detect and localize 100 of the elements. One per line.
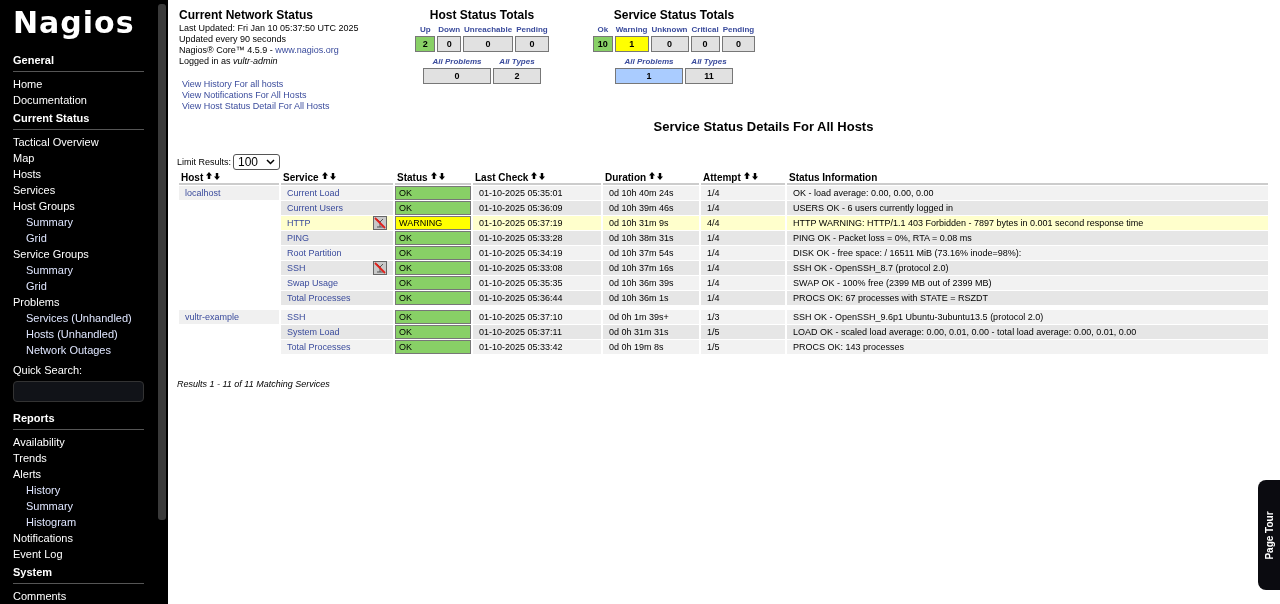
attempt-cell: 1/5	[701, 340, 785, 354]
nav-sublink[interactable]: History	[13, 482, 157, 498]
status-info-cell: PING OK - Packet loss = 0%, RTA = 0.08 ms	[787, 231, 1268, 245]
status-info-cell: SSH OK - OpenSSH_9.6p1 Ubuntu-3ubuntu13.5 (protocol 2.0)	[787, 310, 1268, 324]
status-cell: WARNING	[395, 216, 471, 230]
status-cell: OK	[395, 291, 471, 305]
chevron-icon	[266, 159, 276, 165]
nav-link[interactable]: Map	[13, 150, 157, 167]
nav-link[interactable]: Home	[13, 76, 157, 93]
status-cell: OK	[395, 261, 471, 275]
sort-arrows-icon[interactable]	[321, 172, 336, 180]
service-link[interactable]: PING	[287, 233, 309, 243]
status-link[interactable]: Pending	[721, 24, 756, 36]
duration-cell: 0d 10h 36m 39s	[603, 276, 699, 290]
nav-link[interactable]: Services	[13, 182, 157, 199]
nav-sublink[interactable]: Histogram	[13, 514, 157, 530]
last-updated-text: Last Updated: Fri Jan 10 05:37:50 UTC 2025	[179, 23, 360, 34]
duration-cell: 0d 0h 1m 39s+	[603, 310, 699, 324]
column-header: Status	[397, 172, 428, 183]
nav-sublink[interactable]: Summary	[13, 262, 157, 279]
sort-arrows-icon[interactable]	[743, 172, 758, 180]
service-link[interactable]: Root Partition	[287, 248, 342, 258]
summary-link[interactable]: All Problems	[423, 56, 491, 68]
scrollbar[interactable]	[158, 4, 166, 520]
nav-link[interactable]: Availability	[13, 434, 157, 450]
nav-sublink[interactable]: Grid	[13, 278, 157, 295]
host-link[interactable]: localhost	[179, 186, 279, 200]
duration-cell: 0d 10h 37m 54s	[603, 246, 699, 260]
status-link[interactable]: Down	[437, 24, 462, 36]
nav-sublink[interactable]: Grid	[13, 230, 157, 247]
nav-link[interactable]: Tactical Overview	[13, 134, 157, 151]
status-link[interactable]: Unknown	[650, 24, 689, 36]
nav-sublink[interactable]: Hosts (Unhandled)	[13, 326, 157, 343]
nav-link[interactable]: Comments	[13, 588, 157, 604]
service-link[interactable]: SSH	[287, 312, 306, 322]
page-tour-tab[interactable]: Page Tour	[1258, 480, 1280, 590]
nav-sublink[interactable]: Network Outages	[13, 342, 157, 359]
duration-cell: 0d 10h 40m 24s	[603, 186, 699, 200]
summary-count: 1	[615, 68, 683, 84]
totals-title: Service Status Totals	[613, 8, 735, 22]
attempt-cell: 1/5	[701, 325, 785, 339]
summary-link[interactable]: All Problems	[615, 56, 683, 68]
service-link[interactable]: Current Load	[287, 188, 340, 198]
nav-sublink[interactable]: Services (Unhandled)	[13, 310, 157, 327]
nav-link[interactable]: Event Log	[13, 546, 157, 562]
column-header: Host	[181, 172, 204, 183]
nav-sublink[interactable]: Summary	[13, 214, 157, 231]
update-interval-text: Updated every 90 seconds	[179, 34, 288, 45]
sort-arrows-icon[interactable]	[649, 172, 664, 180]
results-text: Results 1 - 11 of 11 Matching Services	[177, 379, 331, 389]
section-heading: General	[13, 54, 144, 73]
nav-link[interactable]: Problems	[13, 294, 157, 311]
last-check-cell: 01-10-2025 05:37:10	[473, 310, 601, 324]
column-header: Duration	[605, 172, 647, 183]
attempt-cell: 1/4	[701, 261, 785, 275]
nav-sublink[interactable]: Summary	[13, 498, 157, 514]
view-link[interactable]: View Notifications For All Hosts	[182, 90, 407, 101]
sort-arrows-icon[interactable]	[430, 172, 445, 180]
status-cell: OK	[395, 340, 471, 354]
nav-link[interactable]: Trends	[13, 450, 157, 466]
status-link[interactable]: Ok	[592, 24, 613, 36]
status-link[interactable]: Unreachable	[463, 24, 514, 36]
service-link[interactable]: Total Processes	[287, 342, 351, 352]
nagios-link[interactable]: www.nagios.org	[275, 45, 339, 55]
attempt-cell: 1/4	[701, 291, 785, 305]
summary-link[interactable]: All Types	[493, 56, 541, 68]
last-check-cell: 01-10-2025 05:36:09	[473, 201, 601, 215]
attempt-cell: 1/4	[701, 246, 785, 260]
summary-link[interactable]: All Types	[685, 56, 733, 68]
nagios-logo[interactable]: Nagios	[13, 5, 157, 45]
nav-link[interactable]: Alerts	[13, 466, 157, 482]
sort-arrows-icon[interactable]	[206, 172, 221, 180]
status-info-cell: PROCS OK: 67 processes with STATE = RSZDT	[787, 291, 1268, 305]
nav-link[interactable]: Host Groups	[13, 198, 157, 215]
status-cell: OK	[395, 325, 471, 339]
status-link[interactable]: Up	[415, 24, 436, 36]
status-link[interactable]: Critical	[690, 24, 720, 36]
service-link[interactable]: Total Processes	[287, 293, 351, 303]
column-header: Status Information	[789, 172, 878, 183]
status-link[interactable]: Warning	[614, 24, 649, 36]
limit-select[interactable]: 100	[233, 154, 281, 170]
status-count: 10	[592, 36, 613, 52]
status-cell: OK	[395, 231, 471, 245]
nav-link[interactable]: Documentation	[13, 92, 157, 109]
sort-arrows-icon[interactable]	[531, 172, 546, 180]
view-link[interactable]: View History For all hosts	[182, 79, 407, 90]
service-link[interactable]: Swap Usage	[287, 278, 339, 288]
host-link[interactable]: vultr-example	[179, 310, 279, 324]
nav-link[interactable]: Service Groups	[13, 246, 157, 263]
view-link[interactable]: View Host Status Detail For All Hosts	[182, 101, 407, 112]
last-check-cell: 01-10-2025 05:34:19	[473, 246, 601, 260]
nav-link[interactable]: Hosts	[13, 166, 157, 183]
quick-search-field[interactable]	[13, 381, 144, 402]
status-cell: OK	[395, 186, 471, 200]
service-link[interactable]: Current Users	[287, 203, 343, 213]
status-link[interactable]: Pending	[515, 24, 549, 36]
duration-cell: 0d 10h 38m 31s	[603, 231, 699, 245]
service-link[interactable]: System Load	[287, 327, 340, 337]
status-info-cell: PROCS OK: 143 processes	[787, 340, 1268, 354]
nav-link[interactable]: Notifications	[13, 530, 157, 546]
